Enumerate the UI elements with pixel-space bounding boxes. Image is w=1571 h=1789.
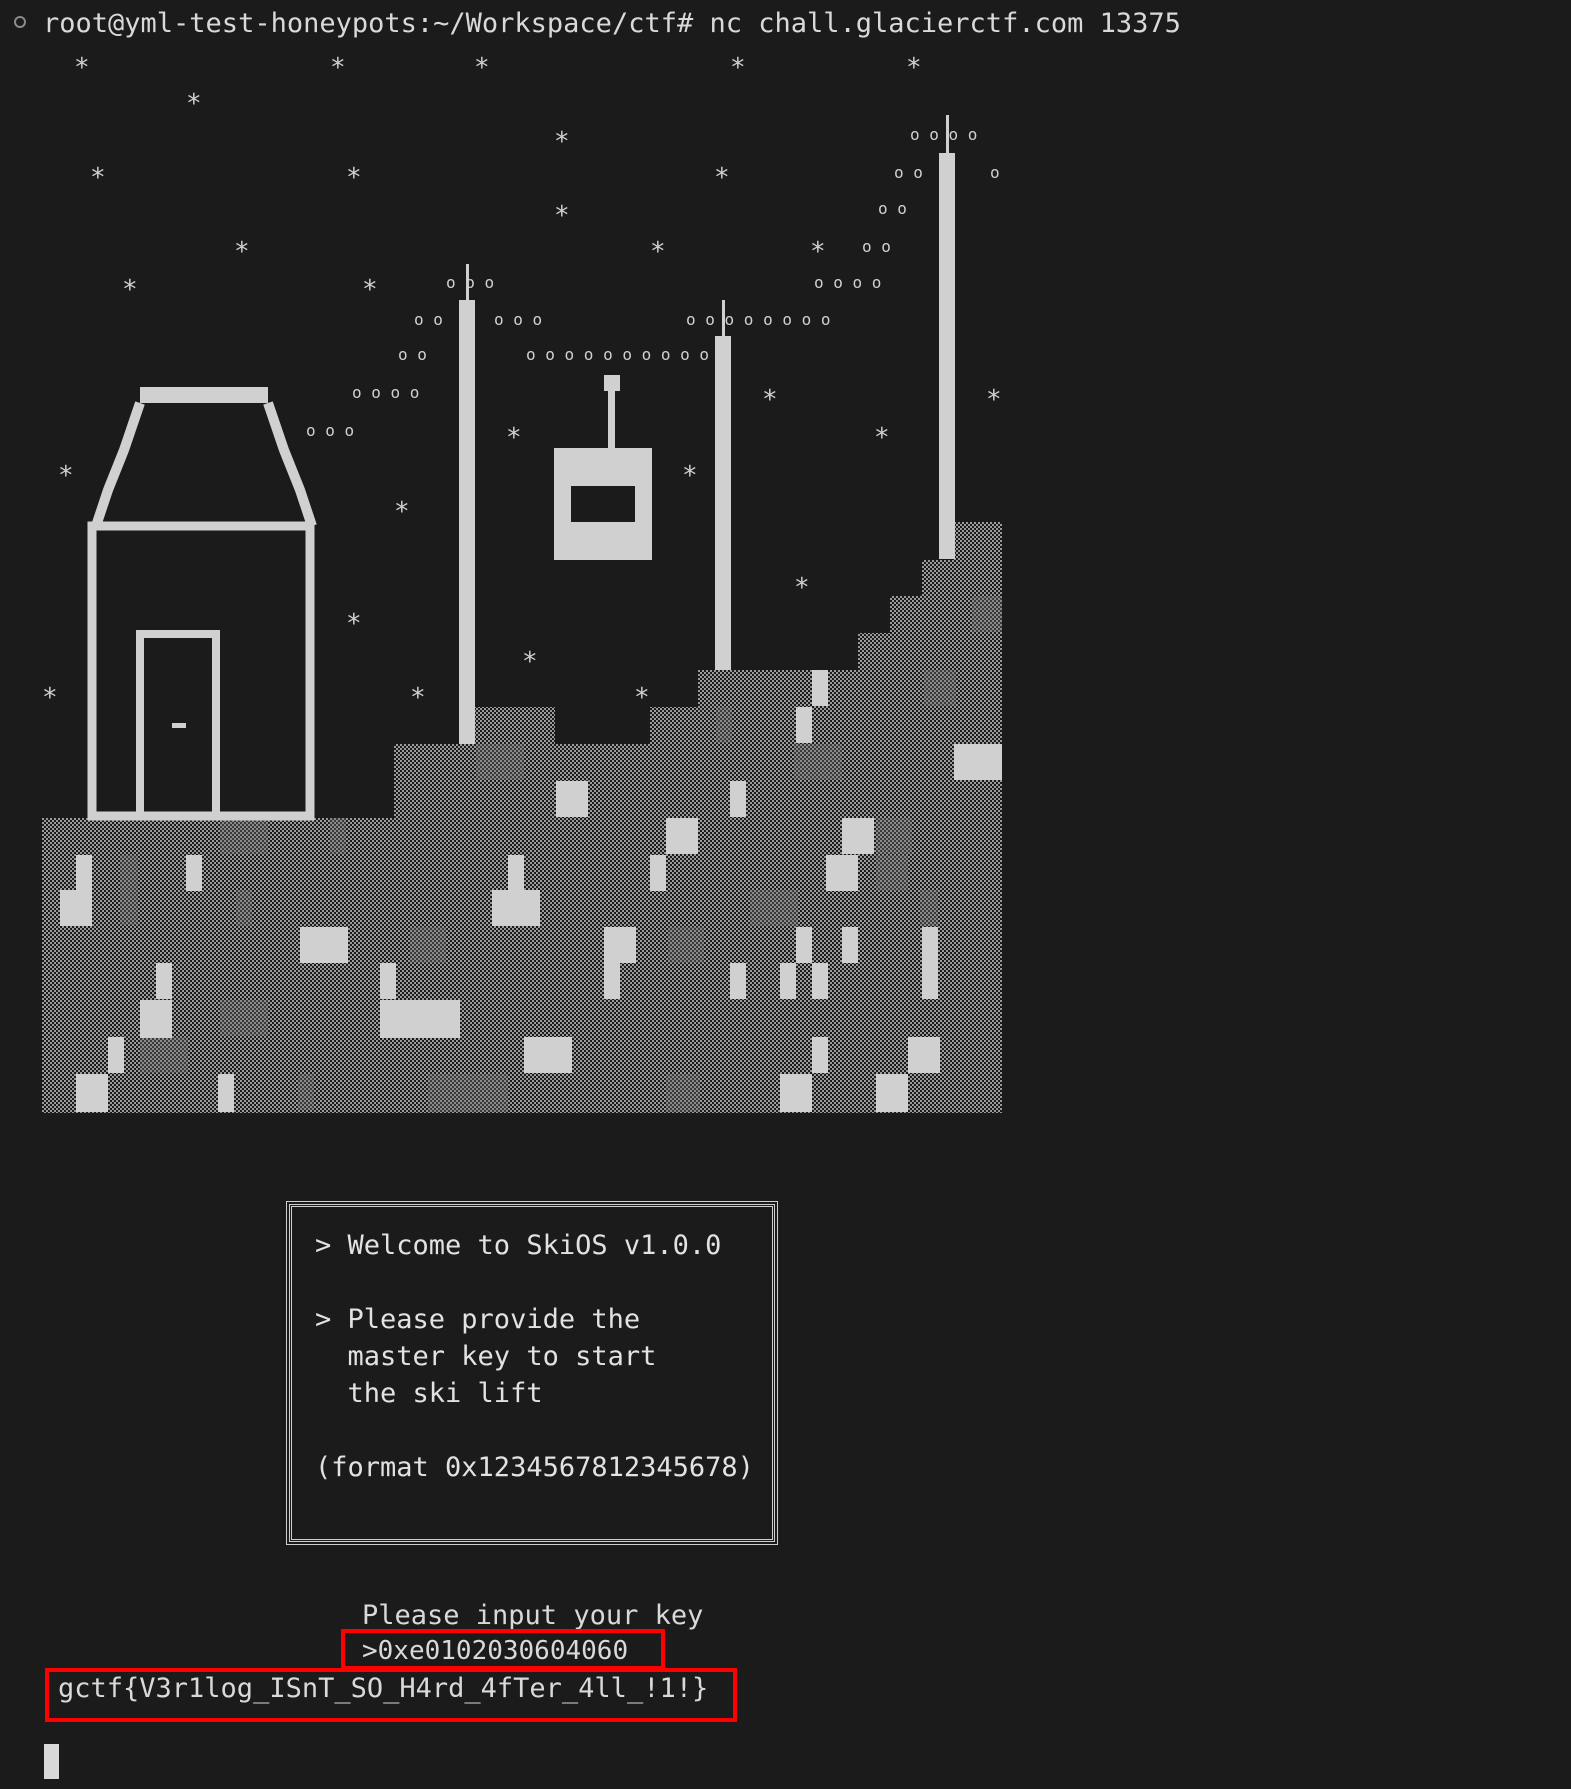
- lift-cables: o o o o o o o o o o o o o o o o o o o o …: [306, 125, 1000, 440]
- lodge-house: [87, 387, 317, 821]
- terminal-window[interactable]: root@yml-test-honeypots:~/Workspace/ctf#…: [0, 0, 1571, 1789]
- input-prompt: Please input your key: [362, 1600, 704, 1631]
- svg-text:*: *: [346, 163, 362, 193]
- key-input-value[interactable]: >0xe0102030604060: [362, 1638, 628, 1664]
- svg-text:o o o o o o o o o o o: o o o o o o o o o o o: [526, 345, 728, 364]
- welcome-text: > Welcome to SkiOS v1.0.0: [315, 1230, 722, 1261]
- svg-text:o: o: [990, 163, 1000, 182]
- svg-text:o o: o o: [398, 345, 427, 364]
- request-text-line-1: > Please provide the: [315, 1304, 641, 1335]
- svg-text:*: *: [986, 385, 1002, 415]
- svg-text:*: *: [522, 647, 538, 677]
- svg-text:*: *: [794, 573, 810, 603]
- svg-text:*: *: [554, 201, 570, 231]
- svg-text:*: *: [346, 609, 362, 639]
- svg-text:*: *: [58, 461, 74, 491]
- svg-text:*: *: [874, 423, 890, 453]
- svg-text:*: *: [74, 53, 90, 83]
- svg-text:*: *: [90, 163, 106, 193]
- svg-text:*: *: [234, 237, 250, 267]
- svg-text:*: *: [186, 89, 202, 119]
- svg-text:o o: o o: [894, 163, 923, 182]
- svg-text:*: *: [394, 497, 410, 527]
- svg-text:o o o: o o o: [306, 421, 354, 440]
- svg-text:o o o o o o o o: o o o o o o o o: [686, 310, 831, 329]
- svg-text:*: *: [714, 163, 730, 193]
- request-text-line-2: master key to start: [315, 1341, 657, 1372]
- svg-text:*: *: [330, 53, 346, 83]
- request-text-line-3: the ski lift: [315, 1378, 543, 1409]
- svg-text:o o o: o o o: [446, 273, 494, 292]
- svg-text:*: *: [506, 423, 522, 453]
- svg-text:o o: o o: [878, 199, 907, 218]
- svg-text:*: *: [682, 461, 698, 491]
- svg-text:*: *: [810, 237, 826, 267]
- svg-text:*: *: [762, 385, 778, 415]
- format-hint: (format 0x1234567812345678): [315, 1452, 754, 1483]
- svg-text:o o o o: o o o o: [814, 273, 881, 292]
- svg-text:o o: o o: [862, 237, 891, 256]
- block-cursor-icon[interactable]: [44, 1744, 59, 1779]
- svg-text:*: *: [42, 683, 58, 713]
- svg-text:*: *: [634, 683, 650, 713]
- svg-text:*: *: [730, 53, 746, 83]
- ski-lift-ascii-art: o o o o o o o o o o o o o o o o o o o o …: [42, 53, 1002, 1113]
- svg-text:*: *: [906, 53, 922, 83]
- svg-text:*: *: [122, 275, 138, 305]
- flag-output: gctf{V3r1log_ISnT_SO_H4rd_4fTer_4ll_!1!}: [58, 1673, 709, 1704]
- svg-text:*: *: [410, 683, 426, 713]
- snowflake-stars: * * * * * * * * * * * * * * * * * * * * …: [42, 53, 1002, 713]
- svg-text:o o: o o: [414, 310, 443, 329]
- svg-text:*: *: [554, 127, 570, 157]
- svg-text:*: *: [474, 53, 490, 83]
- svg-text:o o o o: o o o o: [910, 125, 977, 144]
- svg-text:*: *: [650, 237, 666, 267]
- svg-text:*: *: [362, 275, 378, 305]
- svg-text:o o o: o o o: [494, 310, 542, 329]
- gondola-cabin: [554, 375, 652, 560]
- svg-text:o o o o: o o o o: [352, 383, 419, 402]
